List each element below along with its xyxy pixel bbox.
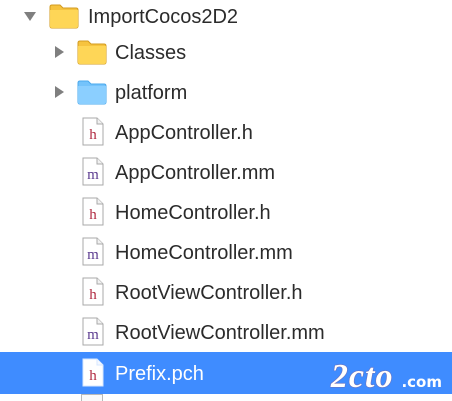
tree-row-appcontroller-h[interactable]: h AppController.h <box>0 112 452 152</box>
header-file-icon: h <box>82 197 104 226</box>
tree-item-label: ImportCocos2D2 <box>88 6 239 28</box>
header-file-icon: h <box>82 117 104 146</box>
folder-icon <box>77 80 107 105</box>
tree-item-label: Prefix.pch <box>115 363 204 385</box>
watermark-main: 2cto <box>330 358 394 395</box>
project-navigator: ImportCocos2D2 Classes platform h AppCon… <box>0 0 452 401</box>
tree-item-label: AppController.h <box>115 122 253 144</box>
svg-text:h: h <box>89 127 97 143</box>
folder-icon <box>77 40 107 65</box>
implementation-file-icon: m <box>82 237 104 266</box>
implementation-file-icon: m <box>82 157 104 186</box>
tree-row-appcontroller-mm[interactable]: m AppController.mm <box>0 152 452 192</box>
header-file-icon: h <box>82 277 104 306</box>
svg-text:m: m <box>87 167 99 183</box>
svg-text:h: h <box>89 207 97 223</box>
tree-item-label: platform <box>115 82 188 104</box>
watermark: 2cto .com <box>331 352 442 394</box>
tree-row-importcocos2d2[interactable]: ImportCocos2D2 <box>0 0 452 36</box>
svg-text:h: h <box>89 287 97 303</box>
tree-row-platform[interactable]: platform <box>0 72 452 112</box>
implementation-file-icon: m <box>82 317 104 346</box>
header-file-icon: h <box>82 358 104 387</box>
tree-item-label: RootViewController.mm <box>115 322 325 344</box>
tree-row-homecontroller-h[interactable]: h HomeController.h <box>0 192 452 232</box>
tree-row-homecontroller-mm[interactable]: m HomeController.mm <box>0 232 452 272</box>
tree-row-rootviewcontroller-mm[interactable]: m RootViewController.mm <box>0 312 452 352</box>
tree-item-label: HomeController.h <box>115 202 271 224</box>
disclosure-collapsed-icon[interactable] <box>52 45 66 59</box>
watermark-suffix: .com <box>401 373 442 391</box>
tree-row-rootviewcontroller-h[interactable]: h RootViewController.h <box>0 272 452 312</box>
disclosure-expanded-icon[interactable] <box>23 9 37 23</box>
tree-row-classes[interactable]: Classes <box>0 32 452 72</box>
svg-text:h: h <box>89 368 97 384</box>
tree-item-label: Classes <box>115 42 187 64</box>
tree-item-label: RootViewController.h <box>115 282 303 304</box>
disclosure-collapsed-icon[interactable] <box>52 85 66 99</box>
svg-text:m: m <box>87 247 99 263</box>
tree-item-label: HomeController.mm <box>115 242 293 264</box>
folder-icon <box>49 4 79 29</box>
svg-text:m: m <box>87 327 99 343</box>
tree-item-label: AppController.mm <box>115 162 276 184</box>
